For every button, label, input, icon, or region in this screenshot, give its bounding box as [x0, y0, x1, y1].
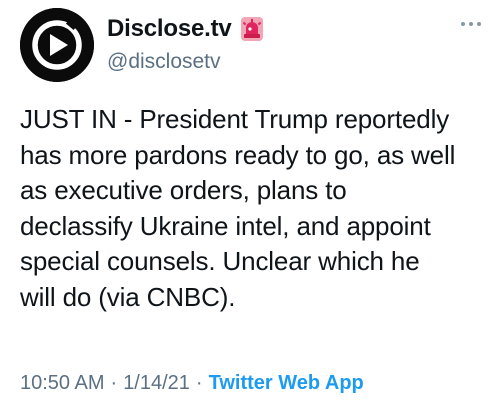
display-name-row: Disclose.tv	[107, 14, 264, 44]
play-logo-icon	[20, 8, 94, 82]
meta-separator: ·	[110, 372, 118, 394]
meta-separator: ·	[195, 372, 203, 394]
siren-icon	[240, 16, 264, 42]
tweet-date[interactable]: 1/14/21	[123, 372, 190, 395]
tweet-text: JUST IN - President Trump reportedly has…	[20, 104, 456, 312]
tweet-time[interactable]: 10:50 AM	[20, 372, 105, 395]
more-options-button[interactable]	[456, 14, 486, 34]
author-block: Disclose.tv @disclosetv	[107, 14, 264, 74]
avatar[interactable]	[20, 8, 94, 82]
tweet-source-link[interactable]: Twitter Web App	[209, 372, 364, 395]
tweet-card: Disclose.tv @disclosetv JUST IN - Presid…	[0, 0, 500, 406]
more-options-icon	[461, 22, 481, 26]
display-name[interactable]: Disclose.tv	[107, 15, 232, 43]
handle[interactable]: @disclosetv	[107, 50, 264, 74]
tweet-meta: 10:50 AM · 1/14/21 · Twitter Web App	[20, 372, 364, 395]
